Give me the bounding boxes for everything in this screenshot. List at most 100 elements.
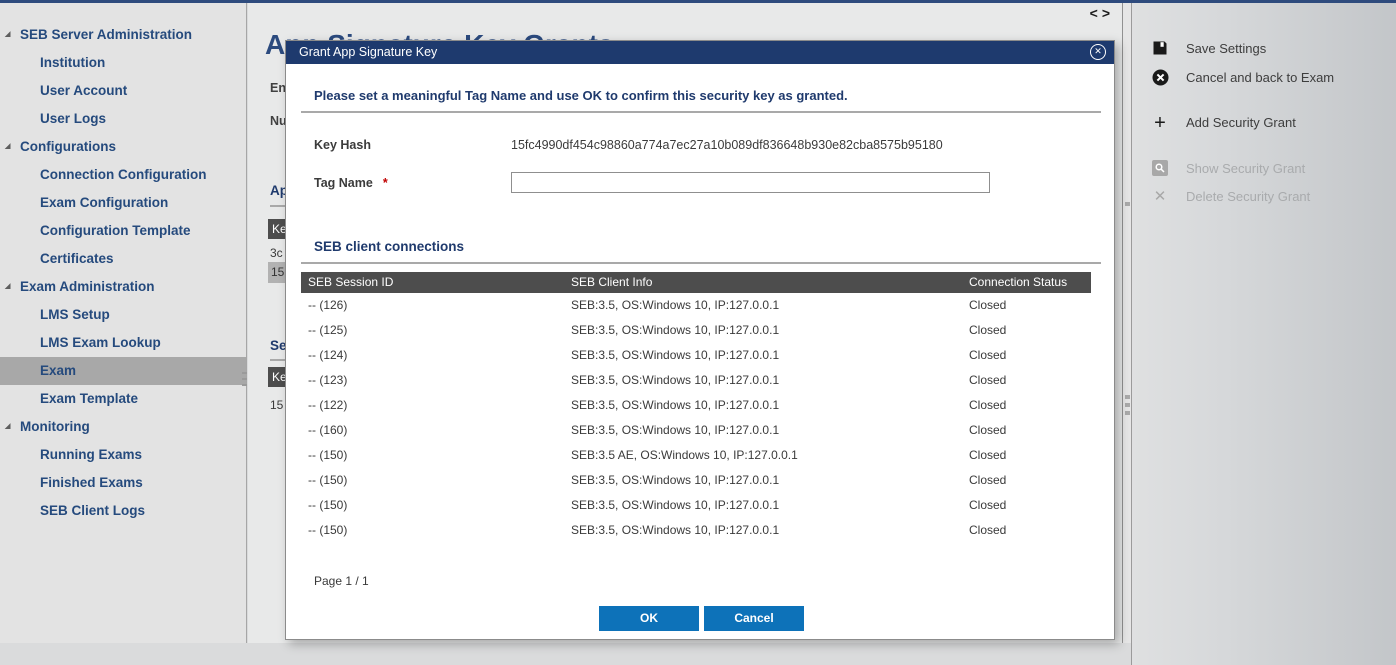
table-row[interactable]: -- (160) SEB:3.5, OS:Windows 10, IP:127.…: [301, 418, 1091, 443]
sidebar-item[interactable]: ◢ SEB Client Logs: [0, 497, 246, 525]
table-row[interactable]: -- (150) SEB:3.5, OS:Windows 10, IP:127.…: [301, 468, 1091, 493]
table-row[interactable]: -- (126) SEB:3.5, OS:Windows 10, IP:127.…: [301, 293, 1091, 318]
sidebar-item-label: SEB Server Administration: [20, 27, 192, 42]
sidebar-item[interactable]: ◢ Exam Administration: [0, 273, 246, 301]
sidebar-item[interactable]: ◢ Exam: [0, 357, 246, 385]
table-row[interactable]: -- (150) SEB:3.5, OS:Windows 10, IP:127.…: [301, 518, 1091, 543]
table-row[interactable]: -- (123) SEB:3.5, OS:Windows 10, IP:127.…: [301, 368, 1091, 393]
sidebar-item-label: Configurations: [20, 139, 116, 154]
session-id-cell: -- (150): [301, 518, 571, 543]
seb-client-connections-table: SEB Session ID SEB Client Info Connectio…: [301, 272, 1091, 543]
bg-fragment-rule: [270, 359, 285, 361]
client-info-cell: SEB:3.5, OS:Windows 10, IP:127.0.0.1: [571, 393, 969, 418]
client-info-cell: SEB:3.5, OS:Windows 10, IP:127.0.0.1: [571, 293, 969, 318]
tree-expand-icon[interactable]: ◢: [5, 273, 10, 301]
sidebar-item-label: Exam Template: [40, 391, 138, 406]
action-delete-security-grant: ✕ Delete Security Grant: [1132, 184, 1396, 210]
connection-status-cell: Closed: [969, 493, 1091, 518]
tree-expand-icon[interactable]: ◢: [5, 133, 10, 161]
history-nav-arrows[interactable]: <>: [1090, 5, 1114, 21]
sidebar-item[interactable]: ◢ Configuration Template: [0, 217, 246, 245]
sidebar-scrollbar-thumb[interactable]: [242, 378, 247, 380]
tag-name-input[interactable]: [511, 172, 990, 193]
sidebar-item[interactable]: ◢ Exam Configuration: [0, 189, 246, 217]
table-row[interactable]: -- (150) SEB:3.5, OS:Windows 10, IP:127.…: [301, 493, 1091, 518]
sidebar-item-label: Institution: [40, 55, 105, 70]
back-arrow-icon[interactable]: <: [1090, 5, 1102, 21]
key-hash-value: 15fc4990df454c98860a774a7ec27a10b089df83…: [511, 138, 943, 152]
table-row[interactable]: -- (124) SEB:3.5, OS:Windows 10, IP:127.…: [301, 343, 1091, 368]
sidebar-item-label: SEB Client Logs: [40, 503, 145, 518]
sidebar-item-label: Exam Administration: [20, 279, 155, 294]
x-icon: ✕: [1151, 188, 1169, 206]
bg-fragment-section: Ap: [270, 183, 285, 198]
sidebar-item[interactable]: ◢ Certificates: [0, 245, 246, 273]
sidebar-item-label: Finished Exams: [40, 475, 143, 490]
divider: [301, 111, 1101, 113]
bg-fragment-selected-row: 15: [268, 262, 285, 283]
tree-expand-icon[interactable]: ◢: [5, 21, 10, 49]
bg-fragment-section: Se: [270, 338, 285, 353]
bg-fragment-row: 3c: [270, 246, 285, 260]
sidebar-item-label: Connection Configuration: [40, 167, 206, 182]
sidebar-item[interactable]: ◢ LMS Setup: [0, 301, 246, 329]
sidebar-item[interactable]: ◢ Institution: [0, 49, 246, 77]
session-id-cell: -- (126): [301, 293, 571, 318]
sidebar-item-label: LMS Setup: [40, 307, 110, 322]
section-title: SEB client connections: [314, 239, 464, 254]
sidebar-item[interactable]: ◢ User Logs: [0, 105, 246, 133]
scrollbar-thumb[interactable]: [1125, 403, 1130, 407]
sidebar-item[interactable]: ◢ Exam Template: [0, 385, 246, 413]
content-scrollbar[interactable]: [1122, 3, 1131, 643]
action-label: Save Settings: [1186, 41, 1266, 56]
action-show-security-grant: Show Security Grant: [1132, 156, 1396, 182]
sidebar-item[interactable]: ◢ SEB Server Administration: [0, 21, 246, 49]
sidebar-scrollbar-thumb[interactable]: [242, 384, 247, 386]
connection-status-cell: Closed: [969, 518, 1091, 543]
sidebar-item[interactable]: ◢ LMS Exam Lookup: [0, 329, 246, 357]
connection-status-cell: Closed: [969, 368, 1091, 393]
close-icon[interactable]: ✕: [1090, 44, 1106, 60]
action-save-settings[interactable]: Save Settings: [1132, 36, 1396, 62]
sidebar-scrollbar-thumb[interactable]: [242, 372, 247, 374]
table-row[interactable]: -- (122) SEB:3.5, OS:Windows 10, IP:127.…: [301, 393, 1091, 418]
sidebar-item[interactable]: ◢ Monitoring: [0, 413, 246, 441]
divider: [301, 262, 1101, 264]
dialog-header[interactable]: Grant App Signature Key ✕: [286, 41, 1114, 64]
scrollbar-thumb[interactable]: [1125, 202, 1130, 206]
scrollbar-thumb[interactable]: [1125, 395, 1130, 399]
action-cancel-back[interactable]: Cancel and back to Exam: [1132, 65, 1396, 91]
forward-arrow-icon[interactable]: >: [1102, 5, 1114, 21]
sidebar-item[interactable]: ◢ User Account: [0, 77, 246, 105]
client-info-cell: SEB:3.5, OS:Windows 10, IP:127.0.0.1: [571, 518, 969, 543]
tree-expand-icon[interactable]: ◢: [5, 413, 10, 441]
table-body: -- (126) SEB:3.5, OS:Windows 10, IP:127.…: [301, 293, 1091, 543]
table-row[interactable]: -- (125) SEB:3.5, OS:Windows 10, IP:127.…: [301, 318, 1091, 343]
scrollbar-thumb[interactable]: [1125, 411, 1130, 415]
tag-name-label: Tag Name*: [314, 176, 388, 190]
dialog-instruction: Please set a meaningful Tag Name and use…: [314, 88, 848, 103]
key-hash-label: Key Hash: [314, 138, 371, 152]
session-id-cell: -- (160): [301, 418, 571, 443]
bg-fragment-rule: [270, 205, 285, 207]
table-header-row: SEB Session ID SEB Client Info Connectio…: [301, 272, 1091, 293]
sidebar-item[interactable]: ◢ Running Exams: [0, 441, 246, 469]
column-header: SEB Session ID: [301, 272, 571, 293]
client-info-cell: SEB:3.5, OS:Windows 10, IP:127.0.0.1: [571, 418, 969, 443]
sidebar-item[interactable]: ◢ Connection Configuration: [0, 161, 246, 189]
cancel-circle-icon: [1151, 69, 1169, 87]
ok-button[interactable]: OK: [599, 606, 699, 631]
action-panel: Save Settings Cancel and back to Exam + …: [1131, 3, 1396, 665]
sidebar-item-label: Certificates: [40, 251, 114, 266]
action-add-security-grant[interactable]: + Add Security Grant: [1132, 110, 1396, 136]
required-marker: *: [383, 176, 388, 190]
footer-bar: [0, 643, 1131, 665]
column-header: Connection Status: [969, 272, 1091, 293]
bg-fragment-table-header: Ke: [268, 367, 285, 387]
sidebar-item-label: LMS Exam Lookup: [40, 335, 161, 350]
connection-status-cell: Closed: [969, 418, 1091, 443]
table-row[interactable]: -- (150) SEB:3.5 AE, OS:Windows 10, IP:1…: [301, 443, 1091, 468]
sidebar-item[interactable]: ◢ Finished Exams: [0, 469, 246, 497]
cancel-button[interactable]: Cancel: [704, 606, 804, 631]
sidebar-item[interactable]: ◢ Configurations: [0, 133, 246, 161]
